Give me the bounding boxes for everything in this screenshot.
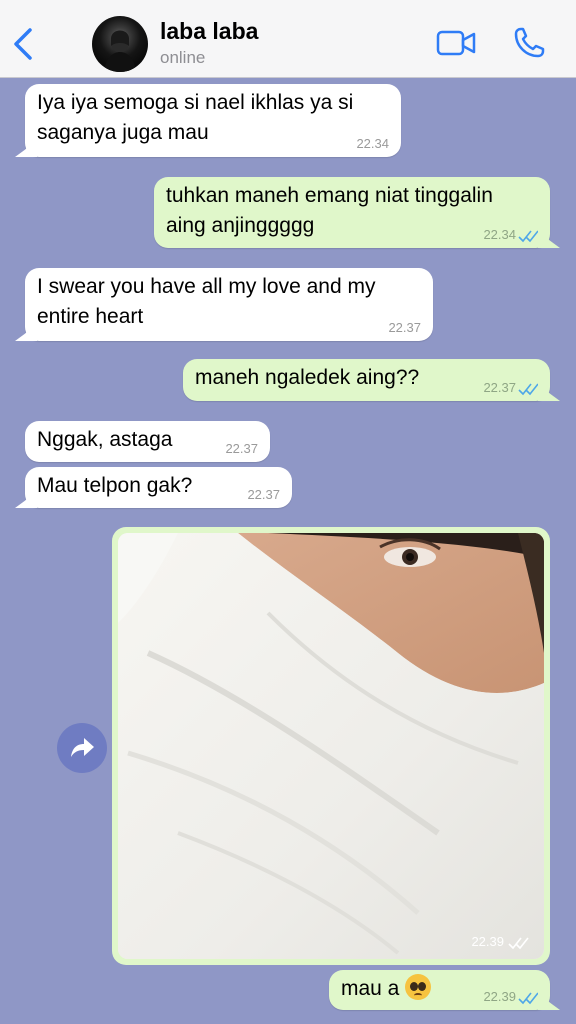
pleading-face-icon <box>405 974 432 1000</box>
double-check-icon <box>518 230 539 243</box>
forward-button[interactable] <box>57 723 107 773</box>
message-text: Nggak, astaga <box>37 428 173 451</box>
message-bubble-outgoing[interactable]: tuhkan maneh emang niat tinggalin aing a… <box>154 177 550 248</box>
message-text: mau a <box>341 977 400 1000</box>
message-bubble-incoming[interactable]: Mau telpon gak? 22.37 <box>25 467 292 508</box>
message-text: maneh ngaledek aing?? <box>195 366 420 389</box>
double-check-icon <box>518 383 539 396</box>
message-text: Iya iya semoga si nael ikhlas ya si saga… <box>37 91 354 144</box>
video-camera-icon[interactable] <box>436 29 476 57</box>
message-bubble-outgoing[interactable]: maneh ngaledek aing?? 22.37 <box>183 359 550 401</box>
phone-icon[interactable] <box>512 26 546 60</box>
message-text: Mau telpon gak? <box>37 474 193 497</box>
contact-name[interactable]: laba laba <box>160 18 258 45</box>
message-bubble-incoming[interactable]: Iya iya semoga si nael ikhlas ya si saga… <box>25 84 401 157</box>
double-check-icon <box>508 937 529 950</box>
message-time: 22.37 <box>388 320 421 335</box>
photo-image[interactable]: 22.39 <box>118 533 544 959</box>
message-bubble-incoming[interactable]: I swear you have all my love and my enti… <box>25 268 433 341</box>
message-bubble-incoming[interactable]: Nggak, astaga 22.37 <box>25 421 270 462</box>
message-time: 22.39 <box>483 989 516 1004</box>
message-time: 22.37 <box>247 487 280 502</box>
message-time: 22.37 <box>483 380 516 395</box>
message-time: 22.34 <box>483 227 516 242</box>
message-text: tuhkan maneh emang niat tinggalin aing a… <box>166 184 493 237</box>
chat-header: laba laba online <box>0 0 576 78</box>
photo-message[interactable]: 22.39 <box>112 527 550 965</box>
forward-arrow-icon <box>71 738 94 757</box>
message-time: 22.34 <box>356 136 389 151</box>
message-time: 22.37 <box>225 441 258 456</box>
chevron-left-icon[interactable] <box>10 26 36 62</box>
message-time: 22.39 <box>471 934 504 949</box>
avatar[interactable] <box>92 16 148 72</box>
message-bubble-outgoing[interactable]: mau a 22.39 <box>329 970 550 1010</box>
double-check-icon <box>518 992 539 1005</box>
contact-status: online <box>160 48 206 67</box>
message-text: I swear you have all my love and my enti… <box>37 275 376 328</box>
